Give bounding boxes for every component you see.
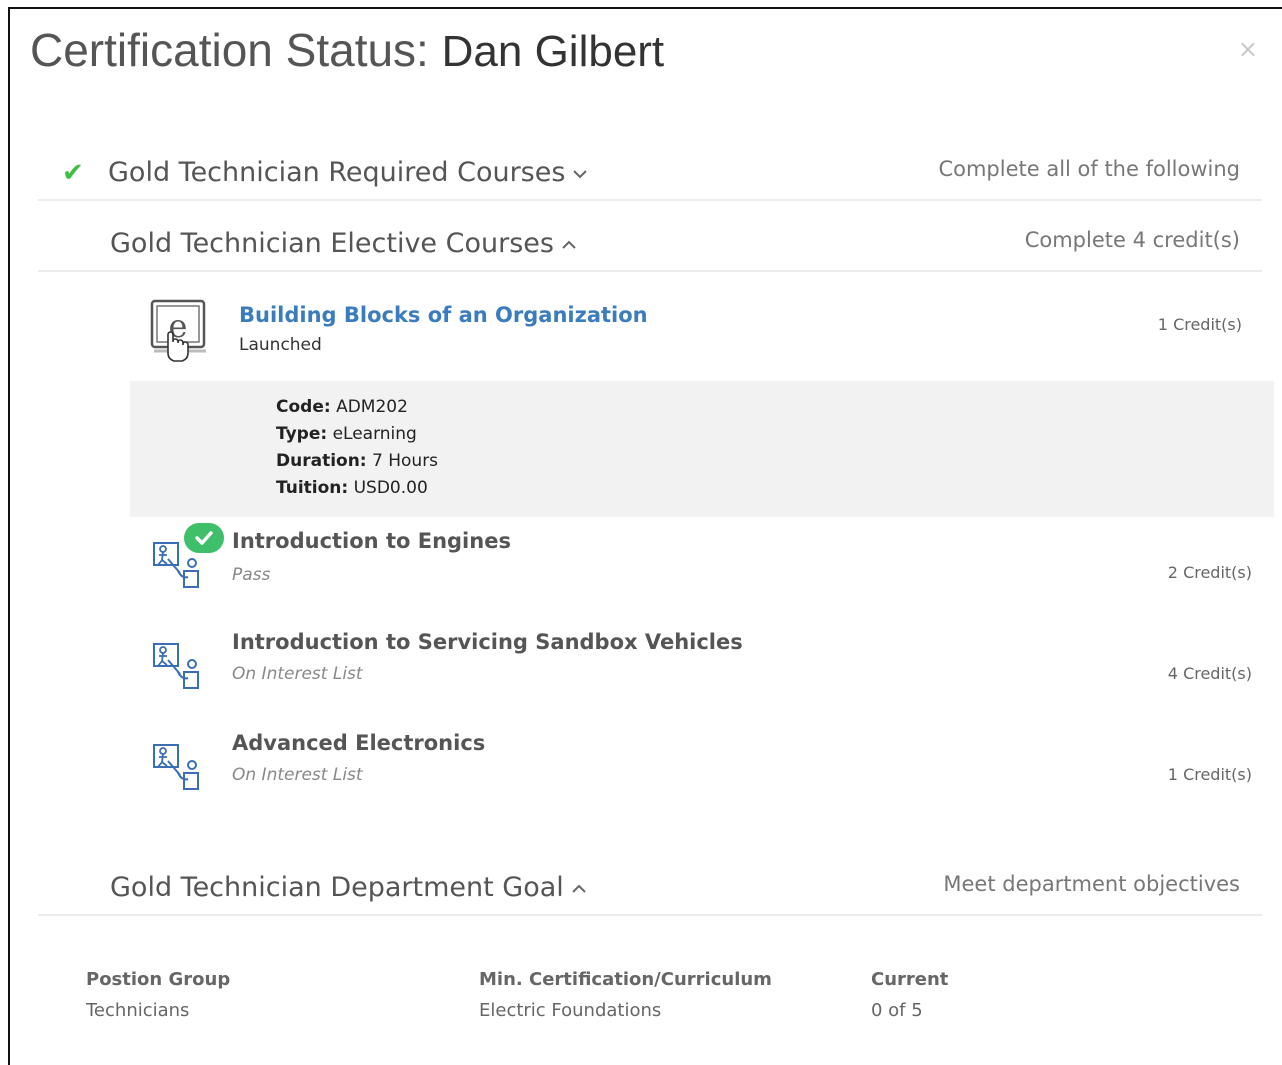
goal-header: Postion Group xyxy=(86,969,231,990)
completed-check-icon: ✔ xyxy=(62,158,84,188)
course-credits: 2 Credit(s) xyxy=(1167,563,1252,582)
detail-tuition-label: Tuition: xyxy=(276,478,349,498)
detail-tuition-value: USD0.00 xyxy=(353,478,428,498)
course-credits: 1 Credit(s) xyxy=(1167,765,1252,784)
certification-status-modal: Certification Status: Dan Gilbert × ✔ Go… xyxy=(8,7,1282,1065)
modal-title-prefix: Certification Status: xyxy=(30,24,442,76)
passed-badge-icon xyxy=(184,523,224,553)
section-goal-toggle[interactable]: Gold Technician Department Goal xyxy=(110,872,586,903)
course-status: On Interest List xyxy=(232,765,363,785)
course-title-link[interactable]: Building Blocks of an Organization xyxy=(239,303,648,327)
section-elective-courses: Gold Technician Elective Courses Complet… xyxy=(38,208,1262,272)
elearning-hand-icon[interactable]: e xyxy=(148,297,208,362)
course-credits: 4 Credit(s) xyxy=(1167,664,1252,683)
section-goal-title: Gold Technician Department Goal xyxy=(110,872,564,903)
detail-duration-value: 7 Hours xyxy=(372,451,439,471)
chevron-up-icon xyxy=(572,878,586,899)
classroom-instructor-icon xyxy=(148,634,208,694)
course-title[interactable]: Introduction to Engines xyxy=(232,529,511,553)
section-required-requirement: Complete all of the following xyxy=(938,157,1240,181)
section-required-title: Gold Technician Required Courses xyxy=(108,157,566,188)
course-status: Pass xyxy=(232,565,271,585)
close-icon[interactable]: × xyxy=(1238,35,1258,63)
detail-tuition: Tuition: USD0.00 xyxy=(276,478,428,498)
detail-code-label: Code: xyxy=(276,397,331,417)
detail-type-label: Type: xyxy=(276,424,328,444)
goal-col-current: Current 0 of 5 xyxy=(871,969,948,1021)
classroom-instructor-icon xyxy=(148,735,208,795)
detail-duration-label: Duration: xyxy=(276,451,367,471)
goal-col-min-certification: Min. Certification/Curriculum Electric F… xyxy=(479,969,772,1021)
goal-value: Electric Foundations xyxy=(479,1000,662,1021)
section-elective-toggle[interactable]: Gold Technician Elective Courses xyxy=(110,228,576,259)
goal-value: Technicians xyxy=(86,1000,190,1021)
chevron-down-icon xyxy=(573,163,588,184)
course-row-servicing-sandbox: Introduction to Servicing Sandbox Vehicl… xyxy=(138,630,1282,710)
course-detail-panel: Code: ADM202 Type: eLearning Duration: 7… xyxy=(130,381,1274,517)
course-title[interactable]: Introduction to Servicing Sandbox Vehicl… xyxy=(232,630,743,654)
person-name: Dan Gilbert xyxy=(441,27,665,76)
detail-type-value: eLearning xyxy=(332,424,417,444)
section-department-goal: Gold Technician Department Goal Meet dep… xyxy=(38,852,1262,916)
course-status: Launched xyxy=(239,335,322,355)
section-goal-requirement: Meet department objectives xyxy=(943,872,1240,896)
detail-code-value: ADM202 xyxy=(336,397,408,417)
section-required-courses: ✔ Gold Technician Required Courses Compl… xyxy=(38,137,1262,201)
goal-header: Min. Certification/Curriculum xyxy=(479,969,772,990)
course-credits: 1 Credit(s) xyxy=(1157,315,1242,334)
detail-code: Code: ADM202 xyxy=(276,397,408,417)
course-row-intro-engines: Introduction to Engines Pass 2 Credit(s) xyxy=(138,523,1282,609)
detail-duration: Duration: 7 Hours xyxy=(276,451,438,471)
detail-type: Type: eLearning xyxy=(276,424,417,444)
course-status: On Interest List xyxy=(232,664,363,684)
course-row-building-blocks: e Building Blocks of an Organization Lau… xyxy=(138,297,1282,377)
modal-title: Certification Status: Dan Gilbert xyxy=(30,23,664,77)
section-elective-requirement: Complete 4 credit(s) xyxy=(1024,228,1240,252)
section-elective-title: Gold Technician Elective Courses xyxy=(110,228,554,259)
goal-value: 0 of 5 xyxy=(871,1000,923,1021)
course-title[interactable]: Advanced Electronics xyxy=(232,731,485,755)
course-row-advanced-electronics: Advanced Electronics On Interest List 1 … xyxy=(138,731,1282,811)
chevron-up-icon xyxy=(562,234,576,255)
goal-col-position-group: Postion Group Technicians xyxy=(86,969,230,1021)
goal-header: Current xyxy=(871,969,949,990)
section-required-toggle[interactable]: Gold Technician Required Courses xyxy=(108,157,588,188)
